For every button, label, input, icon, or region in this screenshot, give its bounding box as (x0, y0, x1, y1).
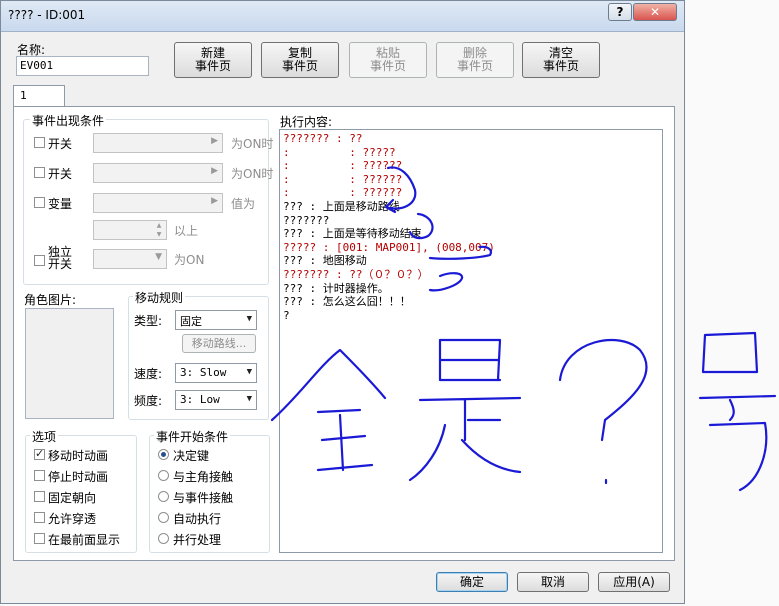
spin-up-icon[interactable]: ▲ (153, 222, 165, 230)
character-graphic-box[interactable] (25, 308, 114, 419)
variable-value-spinner[interactable]: ▲ ▼ (93, 220, 167, 240)
switch2-suffix: 为ON时 (231, 167, 274, 181)
switch1-suffix: 为ON时 (231, 137, 274, 151)
switch2-label: 开关 (48, 167, 73, 181)
chevron-down-icon: ▼ (246, 367, 252, 377)
switch2-checkbox[interactable] (34, 167, 45, 178)
trigger-title: 事件开始条件 (154, 428, 231, 445)
execution-line[interactable]: : : ?????? (283, 173, 659, 187)
execution-line[interactable]: ??? : 上面是等待移动结束 (283, 227, 659, 241)
option-through-checkbox[interactable] (34, 512, 45, 523)
execution-line[interactable]: ? (283, 309, 659, 323)
execution-line[interactable]: ??? : 地图移动 (283, 254, 659, 268)
variable-checkbox[interactable] (34, 197, 45, 208)
execution-line[interactable]: : : ????? (283, 146, 659, 160)
chevron-down-icon: ▼ (246, 394, 252, 404)
variable-suffix: 值为 (231, 197, 256, 211)
option-label: 在最前面显示 (48, 533, 121, 547)
ok-button[interactable]: 确定 (436, 572, 508, 592)
frequency-select[interactable]: 3: Low ▼ (175, 390, 257, 410)
execution-line[interactable]: : : ?????? (283, 186, 659, 200)
variable-label: 变量 (48, 197, 73, 211)
trigger-event-touch-radio[interactable] (158, 491, 169, 502)
self-switch-suffix: 为ON (174, 253, 205, 267)
execution-line[interactable]: : : ?????? (283, 159, 659, 173)
spin-down-icon[interactable]: ▼ (153, 231, 165, 239)
trigger-label: 自动执行 (173, 512, 222, 526)
move-type-label: 类型: (134, 314, 163, 328)
graphic-label: 角色图片: (24, 293, 77, 307)
help-button[interactable]: ? (608, 3, 632, 21)
trigger-autorun-radio[interactable] (158, 512, 169, 523)
execution-content-list[interactable]: ??????? : ??: : ?????: : ??????: : ?????… (279, 129, 663, 553)
option-always-top-checkbox[interactable] (34, 533, 45, 544)
variable-select[interactable]: ▶ (93, 193, 223, 213)
execution-line[interactable]: ??????? : ??（０？０？） (283, 268, 659, 282)
trigger-action-radio[interactable] (158, 449, 169, 460)
clear-page-button[interactable]: 清空 事件页 (522, 42, 600, 78)
speed-label: 速度: (134, 367, 163, 381)
trigger-label: 与事件接触 (173, 491, 234, 505)
option-direction-fix-checkbox[interactable] (34, 491, 45, 502)
execution-line[interactable]: ??????? (283, 214, 659, 228)
execution-line[interactable]: ????? : [001: MAP001], (008,007) (283, 241, 659, 255)
switch2-select[interactable]: ▶ (93, 163, 223, 183)
paste-page-button[interactable]: 粘贴 事件页 (349, 42, 427, 78)
frequency-label: 频度: (134, 394, 163, 408)
trigger-player-touch-radio[interactable] (158, 470, 169, 481)
switch1-label: 开关 (48, 137, 73, 151)
execution-label: 执行内容: (280, 115, 333, 129)
chevron-down-icon: ▼ (155, 252, 162, 262)
self-switch-checkbox[interactable] (34, 255, 45, 266)
execution-line[interactable]: ??? : 怎么这么囧！！！ (283, 295, 659, 309)
chevron-down-icon: ▼ (246, 314, 252, 324)
trigger-parallel-radio[interactable] (158, 533, 169, 544)
movement-title: 移动规则 (133, 289, 186, 306)
switch1-checkbox[interactable] (34, 137, 45, 148)
conditions-title: 事件出现条件 (30, 112, 107, 129)
title-bar[interactable]: ???? - ID:001 ? ✕ (1, 1, 684, 32)
option-label: 固定朝向 (48, 491, 97, 505)
trigger-label: 并行处理 (173, 533, 222, 547)
name-field[interactable]: EV001 (16, 56, 149, 76)
chevron-right-icon: ▶ (211, 166, 218, 176)
trigger-label: 与主角接触 (173, 470, 234, 484)
option-label: 移动时动画 (48, 449, 109, 463)
self-switch-select[interactable]: ▼ (93, 249, 167, 269)
annotation-char-3 (698, 331, 777, 492)
move-type-select[interactable]: 固定 ▼ (175, 310, 257, 330)
cancel-button[interactable]: 取消 (517, 572, 589, 592)
switch1-select[interactable]: ▶ (93, 133, 223, 153)
option-step-anim-checkbox[interactable] (34, 470, 45, 481)
copy-page-button[interactable]: 复制 事件页 (261, 42, 339, 78)
speed-select[interactable]: 3: Slow ▼ (175, 363, 257, 383)
execution-line[interactable]: ??? : 计时器操作。 (283, 282, 659, 296)
execution-line[interactable]: ??????? : ?? (283, 132, 659, 146)
chevron-right-icon: ▶ (211, 136, 218, 146)
variable-above-label: 以上 (174, 224, 199, 238)
execution-line[interactable]: ??? : 上面是移动路线 (283, 200, 659, 214)
move-route-button[interactable]: 移动路线... (182, 334, 256, 353)
chevron-right-icon: ▶ (211, 196, 218, 206)
self-switch-label: 独立 开关 (48, 245, 73, 271)
close-button[interactable]: ✕ (633, 3, 677, 21)
new-page-button[interactable]: 新建 事件页 (174, 42, 252, 78)
event-editor-window: ???? - ID:001 ? ✕ 名称: EV001 新建 事件页 复制 事件页 … (0, 0, 685, 604)
tab-page-1[interactable]: 1 (13, 85, 65, 107)
window-title: ???? - ID:001 (8, 8, 86, 22)
option-label: 允许穿透 (48, 512, 97, 526)
options-title: 选项 (30, 428, 59, 445)
apply-button[interactable]: 应用(A) (598, 572, 670, 592)
option-walk-anim-checkbox[interactable] (34, 447, 45, 460)
trigger-label: 决定键 (173, 449, 210, 463)
delete-page-button[interactable]: 删除 事件页 (436, 42, 514, 78)
option-label: 停止时动画 (48, 470, 109, 484)
